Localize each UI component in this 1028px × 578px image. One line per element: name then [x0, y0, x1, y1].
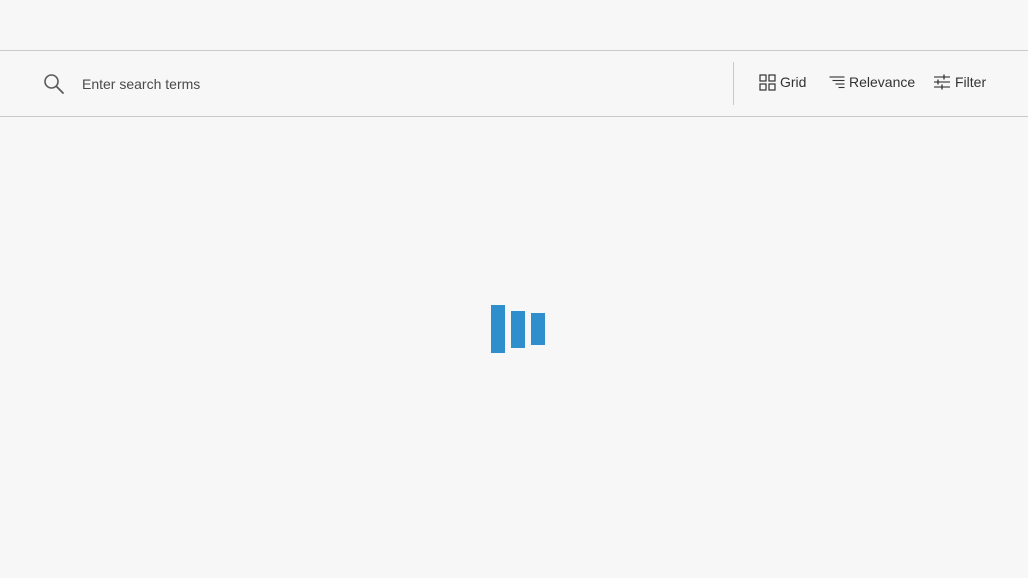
toolbar-divider [733, 62, 734, 105]
loader-bar [531, 313, 545, 345]
filter-label: Filter [955, 74, 987, 90]
sort-relevance-button[interactable]: Relevance [829, 71, 915, 93]
loading-indicator [488, 303, 548, 355]
search-icon[interactable] [42, 72, 66, 96]
grid-icon [759, 73, 776, 91]
sort-icon [829, 76, 845, 89]
grid-view-label: Grid [780, 74, 807, 90]
filter-sliders-icon [934, 74, 950, 90]
search-toolbar: Grid Relevance Filter [0, 51, 1028, 117]
results-area [0, 117, 1028, 578]
loader-bar [511, 311, 525, 348]
top-header-band [0, 0, 1028, 51]
loader-bar [491, 305, 505, 353]
grid-view-button[interactable]: Grid [759, 71, 806, 93]
sort-relevance-label: Relevance [849, 74, 916, 90]
filter-button[interactable]: Filter [933, 71, 986, 93]
search-area [0, 51, 733, 116]
search-input[interactable] [72, 70, 732, 98]
